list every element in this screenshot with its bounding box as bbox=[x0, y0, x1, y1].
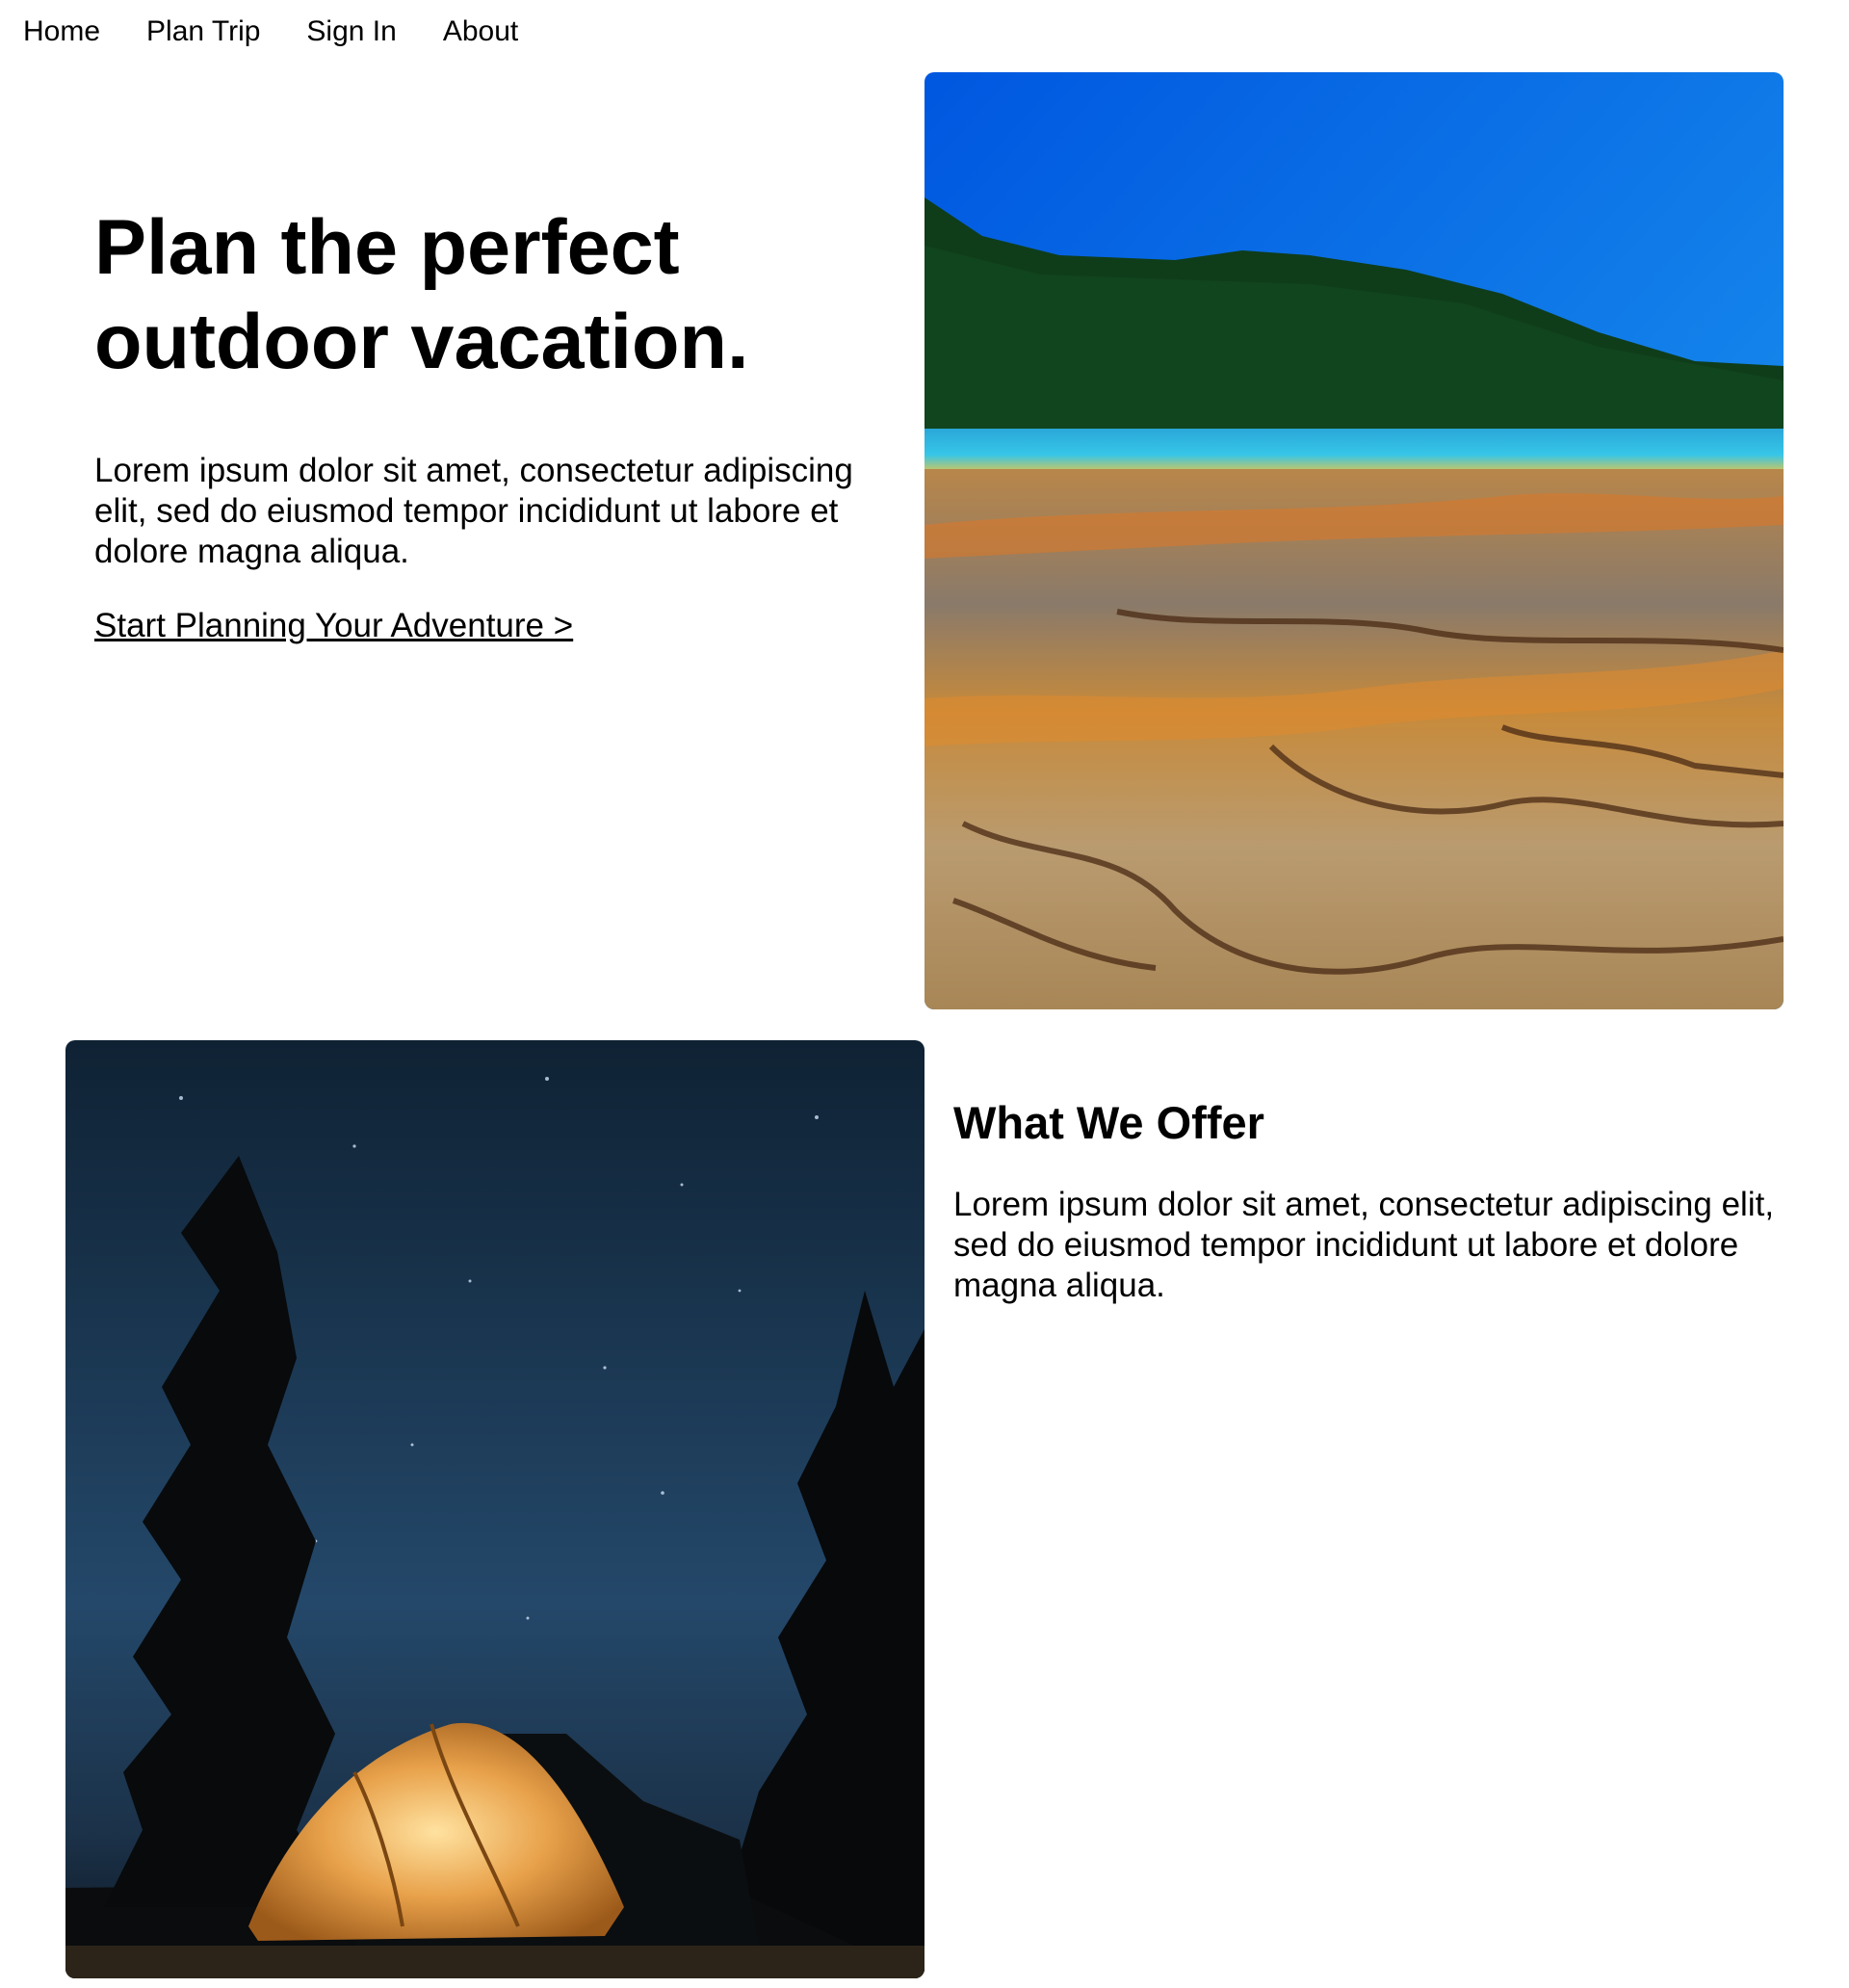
hero-title-line-2: outdoor vacation. bbox=[94, 299, 749, 385]
hero-description: Lorem ipsum dolor sit amet, consectetur … bbox=[94, 452, 853, 570]
hero-title-line-1: Plan the perfect bbox=[94, 204, 680, 291]
hot-spring-landscape-image bbox=[924, 72, 1784, 1009]
night-camping-tent-image bbox=[65, 1040, 924, 1978]
start-planning-link[interactable]: Start Planning Your Adventure > bbox=[94, 607, 573, 644]
nav-plan-trip-link[interactable]: Plan Trip bbox=[146, 15, 260, 48]
nav-home-link[interactable]: Home bbox=[23, 15, 100, 48]
offer-title: What We Offer bbox=[953, 1097, 1264, 1148]
nav-about-link[interactable]: About bbox=[443, 15, 518, 48]
what-we-offer-section: What We Offer Lorem ipsum dolor sit amet… bbox=[953, 1096, 1782, 1306]
main-nav: Home Plan Trip Sign In About bbox=[23, 15, 518, 48]
hero-title: Plan the perfect outdoor vacation. bbox=[94, 200, 894, 389]
nav-sign-in-link[interactable]: Sign In bbox=[306, 15, 396, 48]
offer-description: Lorem ipsum dolor sit amet, consectetur … bbox=[953, 1186, 1775, 1304]
hero-section: Plan the perfect outdoor vacation. Lorem… bbox=[94, 200, 894, 645]
